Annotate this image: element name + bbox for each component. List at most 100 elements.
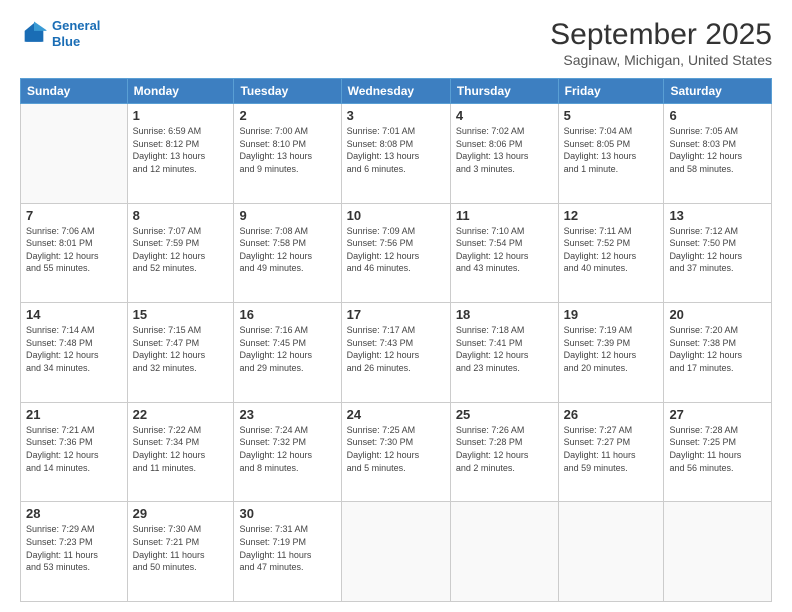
logo-line1: General <box>52 18 100 33</box>
day-info: Sunrise: 7:05 AM Sunset: 8:03 PM Dayligh… <box>669 125 766 175</box>
col-friday: Friday <box>558 79 664 104</box>
table-row: 1 Sunrise: 6:59 AM Sunset: 8:12 PM Daylig… <box>127 104 234 204</box>
day-info: Sunrise: 7:16 AM Sunset: 7:45 PM Dayligh… <box>239 324 335 374</box>
day-number: 25 <box>456 407 553 422</box>
table-row: 24Sunrise: 7:25 AM Sunset: 7:30 PM Dayli… <box>341 402 450 502</box>
day-number: 19 <box>564 307 659 322</box>
day-info: Sunrise: 7:28 AM Sunset: 7:25 PM Dayligh… <box>669 424 766 474</box>
col-sunday: Sunday <box>21 79 128 104</box>
day-number: 16 <box>239 307 335 322</box>
day-info: Sunrise: 7:01 AM Sunset: 8:08 PM Dayligh… <box>347 125 445 175</box>
table-row: 18Sunrise: 7:18 AM Sunset: 7:41 PM Dayli… <box>450 303 558 403</box>
day-info: Sunrise: 7:22 AM Sunset: 7:34 PM Dayligh… <box>133 424 229 474</box>
day-number: 8 <box>133 208 229 223</box>
col-tuesday: Tuesday <box>234 79 341 104</box>
subtitle: Saginaw, Michigan, United States <box>550 52 772 68</box>
table-row: 2 Sunrise: 7:00 AM Sunset: 8:10 PM Daylig… <box>234 104 341 204</box>
day-number: 9 <box>239 208 335 223</box>
table-row: 9 Sunrise: 7:08 AM Sunset: 7:58 PM Daylig… <box>234 203 341 303</box>
table-row: 17 Sunrise: 7:17 AM Sunset: 7:43 PM Dayli… <box>341 303 450 403</box>
day-number: 20 <box>669 307 766 322</box>
table-row: 11 Sunrise: 7:10 AM Sunset: 7:54 PM Dayli… <box>450 203 558 303</box>
table-row: 16 Sunrise: 7:16 AM Sunset: 7:45 PM Dayli… <box>234 303 341 403</box>
day-number: 26 <box>564 407 659 422</box>
logo-text: General Blue <box>52 18 100 49</box>
col-thursday: Thursday <box>450 79 558 104</box>
table-row: 27 Sunrise: 7:28 AM Sunset: 7:25 PM Dayli… <box>664 402 772 502</box>
table-row <box>558 502 664 602</box>
logo-icon <box>20 20 48 48</box>
table-row: 20 Sunrise: 7:20 AM Sunset: 7:38 PM Dayli… <box>664 303 772 403</box>
table-row: 7 Sunrise: 7:06 AM Sunset: 8:01 PM Daylig… <box>21 203 128 303</box>
col-monday: Monday <box>127 79 234 104</box>
day-info: Sunrise: 7:18 AM Sunset: 7:41 PM Dayligh… <box>456 324 553 374</box>
day-number: 21 <box>26 407 122 422</box>
table-row: 10 Sunrise: 7:09 AM Sunset: 7:56 PM Dayli… <box>341 203 450 303</box>
table-row: 29 Sunrise: 7:30 AM Sunset: 7:21 PM Dayli… <box>127 502 234 602</box>
table-row: 4Sunrise: 7:02 AM Sunset: 8:06 PM Daylig… <box>450 104 558 204</box>
day-info: Sunrise: 7:15 AM Sunset: 7:47 PM Dayligh… <box>133 324 229 374</box>
day-number: 5 <box>564 108 659 123</box>
day-info: Sunrise: 7:04 AM Sunset: 8:05 PM Dayligh… <box>564 125 659 175</box>
day-number: 2 <box>239 108 335 123</box>
table-row: 25Sunrise: 7:26 AM Sunset: 7:28 PM Dayli… <box>450 402 558 502</box>
day-info: Sunrise: 7:20 AM Sunset: 7:38 PM Dayligh… <box>669 324 766 374</box>
day-number: 12 <box>564 208 659 223</box>
day-info: Sunrise: 7:02 AM Sunset: 8:06 PM Dayligh… <box>456 125 553 175</box>
table-row: 19 Sunrise: 7:19 AM Sunset: 7:39 PM Dayli… <box>558 303 664 403</box>
table-row: 26Sunrise: 7:27 AM Sunset: 7:27 PM Dayli… <box>558 402 664 502</box>
day-number: 3 <box>347 108 445 123</box>
header: General Blue September 2025 Saginaw, Mic… <box>20 18 772 68</box>
day-number: 29 <box>133 506 229 521</box>
table-row: 22 Sunrise: 7:22 AM Sunset: 7:34 PM Dayli… <box>127 402 234 502</box>
day-info: Sunrise: 6:59 AM Sunset: 8:12 PM Dayligh… <box>133 125 229 175</box>
day-number: 17 <box>347 307 445 322</box>
day-info: Sunrise: 7:14 AM Sunset: 7:48 PM Dayligh… <box>26 324 122 374</box>
day-info: Sunrise: 7:11 AM Sunset: 7:52 PM Dayligh… <box>564 225 659 275</box>
day-number: 27 <box>669 407 766 422</box>
day-number: 15 <box>133 307 229 322</box>
day-info: Sunrise: 7:00 AM Sunset: 8:10 PM Dayligh… <box>239 125 335 175</box>
table-row: 21 Sunrise: 7:21 AM Sunset: 7:36 PM Dayli… <box>21 402 128 502</box>
main-title: September 2025 <box>550 18 772 52</box>
day-info: Sunrise: 7:06 AM Sunset: 8:01 PM Dayligh… <box>26 225 122 275</box>
day-number: 1 <box>133 108 229 123</box>
day-number: 14 <box>26 307 122 322</box>
day-number: 13 <box>669 208 766 223</box>
day-info: Sunrise: 7:31 AM Sunset: 7:19 PM Dayligh… <box>239 523 335 573</box>
day-number: 22 <box>133 407 229 422</box>
table-row: 23 Sunrise: 7:24 AM Sunset: 7:32 PM Dayli… <box>234 402 341 502</box>
table-row: 30Sunrise: 7:31 AM Sunset: 7:19 PM Dayli… <box>234 502 341 602</box>
table-row: 14 Sunrise: 7:14 AM Sunset: 7:48 PM Dayli… <box>21 303 128 403</box>
page: General Blue September 2025 Saginaw, Mic… <box>0 0 792 612</box>
day-number: 6 <box>669 108 766 123</box>
day-number: 28 <box>26 506 122 521</box>
day-number: 7 <box>26 208 122 223</box>
day-info: Sunrise: 7:24 AM Sunset: 7:32 PM Dayligh… <box>239 424 335 474</box>
title-block: September 2025 Saginaw, Michigan, United… <box>550 18 772 68</box>
logo-line2: Blue <box>52 34 80 49</box>
table-row: 28 Sunrise: 7:29 AM Sunset: 7:23 PM Dayli… <box>21 502 128 602</box>
col-wednesday: Wednesday <box>341 79 450 104</box>
day-number: 23 <box>239 407 335 422</box>
day-info: Sunrise: 7:30 AM Sunset: 7:21 PM Dayligh… <box>133 523 229 573</box>
day-info: Sunrise: 7:12 AM Sunset: 7:50 PM Dayligh… <box>669 225 766 275</box>
day-info: Sunrise: 7:08 AM Sunset: 7:58 PM Dayligh… <box>239 225 335 275</box>
day-info: Sunrise: 7:19 AM Sunset: 7:39 PM Dayligh… <box>564 324 659 374</box>
header-row: Sunday Monday Tuesday Wednesday Thursday… <box>21 79 772 104</box>
day-info: Sunrise: 7:25 AM Sunset: 7:30 PM Dayligh… <box>347 424 445 474</box>
logo: General Blue <box>20 18 100 49</box>
table-row <box>21 104 128 204</box>
day-info: Sunrise: 7:17 AM Sunset: 7:43 PM Dayligh… <box>347 324 445 374</box>
day-info: Sunrise: 7:07 AM Sunset: 7:59 PM Dayligh… <box>133 225 229 275</box>
table-row: 15 Sunrise: 7:15 AM Sunset: 7:47 PM Dayli… <box>127 303 234 403</box>
day-info: Sunrise: 7:29 AM Sunset: 7:23 PM Dayligh… <box>26 523 122 573</box>
day-number: 10 <box>347 208 445 223</box>
day-info: Sunrise: 7:09 AM Sunset: 7:56 PM Dayligh… <box>347 225 445 275</box>
day-info: Sunrise: 7:10 AM Sunset: 7:54 PM Dayligh… <box>456 225 553 275</box>
col-saturday: Saturday <box>664 79 772 104</box>
table-row: 5 Sunrise: 7:04 AM Sunset: 8:05 PM Daylig… <box>558 104 664 204</box>
table-row <box>450 502 558 602</box>
day-info: Sunrise: 7:21 AM Sunset: 7:36 PM Dayligh… <box>26 424 122 474</box>
day-number: 11 <box>456 208 553 223</box>
